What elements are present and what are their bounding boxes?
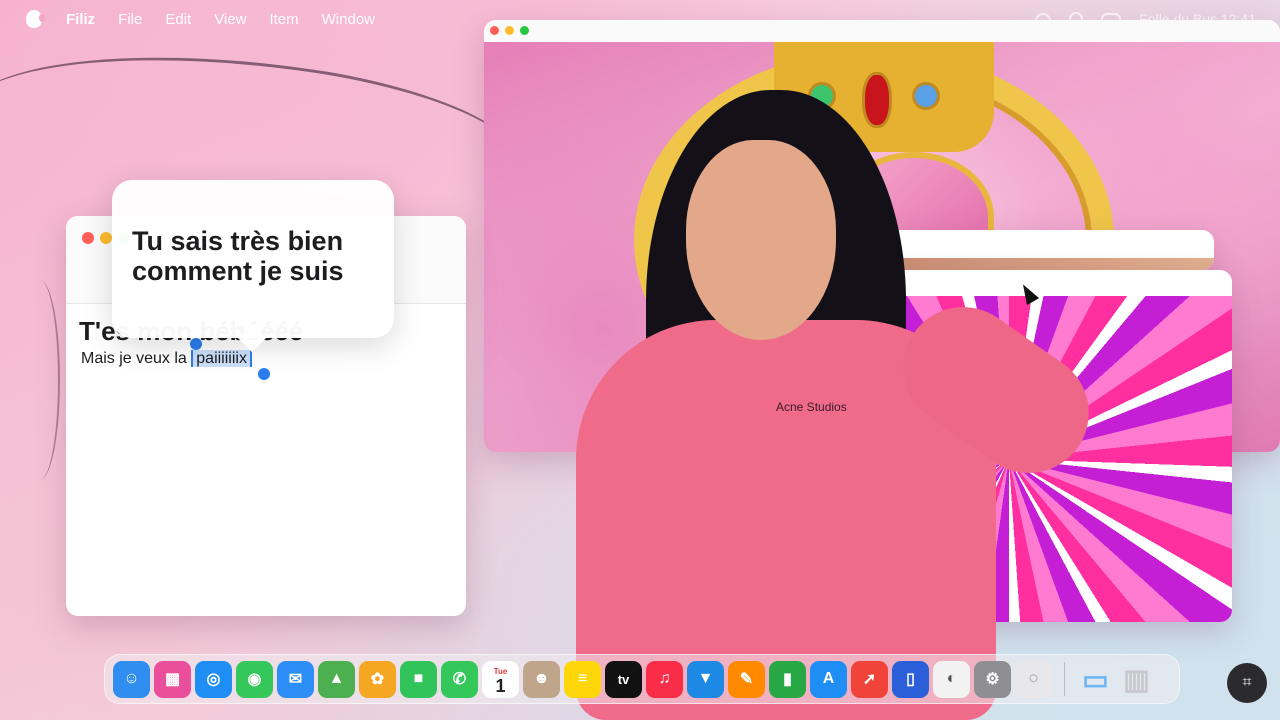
window-controls	[490, 26, 529, 35]
simulator-icon[interactable]: ▯	[892, 660, 929, 698]
menu-edit[interactable]: Edit	[165, 11, 191, 28]
dock: ☺ ▦ ◎ ◉ ✉ ▲ ✿ ■ ✆ Tue 1 ☻ ≡ tv ♫ ▼ ✎ ▮ A ➚ ▯ ◐ ⚙ ◌ ▭ ▥	[104, 654, 1180, 704]
app-store-icon[interactable]: A	[810, 660, 847, 698]
notes-icon[interactable]: ≡	[564, 660, 601, 698]
selection-start-handle[interactable]	[190, 338, 202, 350]
numbers-icon[interactable]: ▮	[769, 660, 806, 698]
rocket-icon[interactable]: ➚	[851, 660, 888, 698]
launchpad-icon[interactable]: ▦	[154, 660, 191, 698]
photos-icon[interactable]: ✿	[359, 660, 396, 698]
calendar-date-label: 1	[495, 676, 506, 696]
messages-icon[interactable]: ◉	[236, 660, 273, 698]
menu-window[interactable]: Window	[322, 11, 375, 28]
maps-icon[interactable]: ▲	[318, 660, 355, 698]
live-text-button[interactable]: ⌗	[1227, 663, 1267, 703]
dock-separator	[1064, 662, 1065, 696]
menu-view[interactable]: View	[214, 11, 246, 28]
shirt-logo: Acne Studios	[776, 400, 847, 414]
menu-app-name[interactable]: Filiz	[66, 11, 95, 28]
phone-icon[interactable]: ✆	[441, 660, 478, 698]
blank-app-icon[interactable]: ◌	[1015, 660, 1052, 698]
facetime-icon[interactable]: ■	[400, 660, 437, 698]
keynote-icon[interactable]: ▼	[687, 660, 724, 698]
disk-utility-icon[interactable]: ◐	[933, 660, 970, 698]
zoom-button[interactable]	[520, 26, 529, 35]
wallpaper-streak	[20, 280, 60, 480]
minimize-button[interactable]	[100, 232, 112, 244]
folder-icon[interactable]: ▭	[1077, 661, 1114, 698]
close-button[interactable]	[82, 232, 94, 244]
popover-line-1: Tu sais très bien	[132, 226, 344, 256]
person-overlay: Acne Studios	[556, 90, 1113, 720]
close-button[interactable]	[490, 26, 499, 35]
music-icon[interactable]: ♫	[646, 660, 683, 698]
apple-logo-icon[interactable]	[26, 10, 45, 28]
popover-line-2: comment je suis	[132, 256, 344, 286]
safari-icon[interactable]: ◎	[195, 660, 232, 698]
mail-icon[interactable]: ✉	[277, 660, 314, 698]
trash-icon[interactable]: ▥	[1118, 661, 1155, 698]
live-text-icon: ⌗	[1242, 674, 1252, 691]
pages-icon[interactable]: ✎	[728, 660, 765, 698]
tv-icon[interactable]: tv	[605, 660, 642, 698]
menu-item[interactable]: Item	[269, 11, 298, 28]
calendar-icon[interactable]: Tue 1	[482, 660, 519, 698]
window-titlebar[interactable]	[484, 20, 1280, 42]
person-face	[686, 140, 836, 340]
finder-icon[interactable]: ☺	[113, 660, 150, 698]
menu-file[interactable]: File	[118, 11, 142, 28]
note-body[interactable]: Mais je veux la paiiiiiiix	[81, 350, 252, 368]
minimize-button[interactable]	[505, 26, 514, 35]
selection-end-handle[interactable]	[258, 368, 270, 380]
text-popover: Tu sais très bien comment je suis	[112, 180, 394, 353]
note-body-text[interactable]: Mais je veux la	[81, 350, 191, 367]
selected-text[interactable]: paiiiiiiix	[191, 350, 252, 367]
contacts-icon[interactable]: ☻	[523, 660, 560, 698]
system-settings-icon[interactable]: ⚙	[974, 660, 1011, 698]
